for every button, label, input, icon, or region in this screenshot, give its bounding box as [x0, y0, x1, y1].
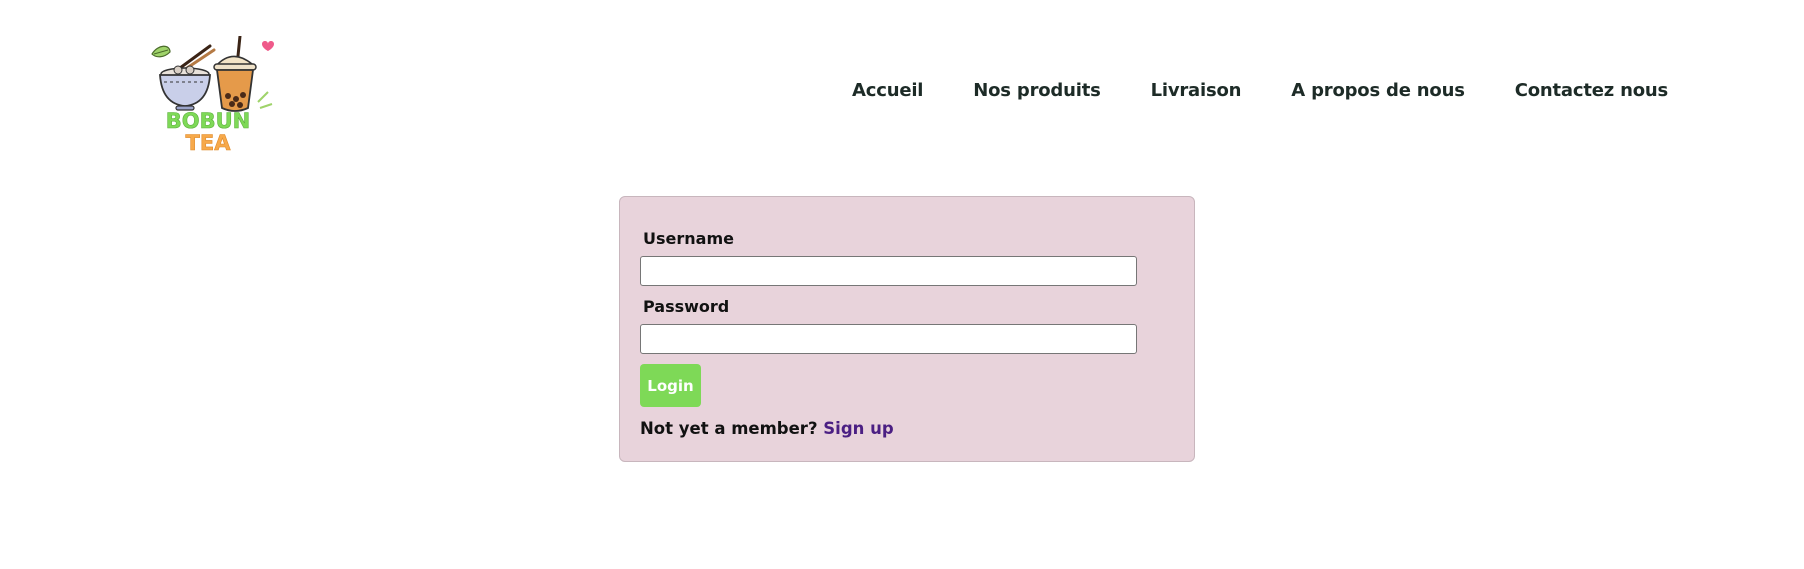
signup-prompt: Not yet a member? Sign up	[640, 419, 894, 438]
nav-item-a-propos[interactable]: A propos de nous	[1291, 78, 1465, 104]
signup-link[interactable]: Sign up	[823, 419, 893, 438]
site-header: BOBUN TEA Accueil Nos produits Livraison…	[0, 0, 1804, 170]
signup-prompt-text: Not yet a member?	[640, 419, 818, 438]
login-form: Username Password Login Not yet a member…	[619, 196, 1195, 462]
nav-item-livraison[interactable]: Livraison	[1151, 78, 1242, 104]
logo-text-line2: TEA	[186, 131, 232, 155]
password-label: Password	[643, 297, 730, 316]
logo-text-line1: BOBUN	[166, 109, 251, 133]
login-button[interactable]: Login	[640, 364, 701, 407]
bobun-tea-logo[interactable]: BOBUN TEA	[148, 36, 278, 166]
username-label: Username	[643, 229, 734, 248]
nav-item-nos-produits[interactable]: Nos produits	[973, 78, 1101, 104]
main-nav: Accueil Nos produits Livraison A propos …	[852, 78, 1668, 104]
nav-item-contactez-nous[interactable]: Contactez nous	[1515, 78, 1668, 104]
password-input[interactable]	[640, 324, 1137, 354]
logo-illustration: BOBUN TEA	[151, 36, 274, 155]
nav-item-accueil[interactable]: Accueil	[852, 78, 923, 104]
username-input[interactable]	[640, 256, 1137, 286]
